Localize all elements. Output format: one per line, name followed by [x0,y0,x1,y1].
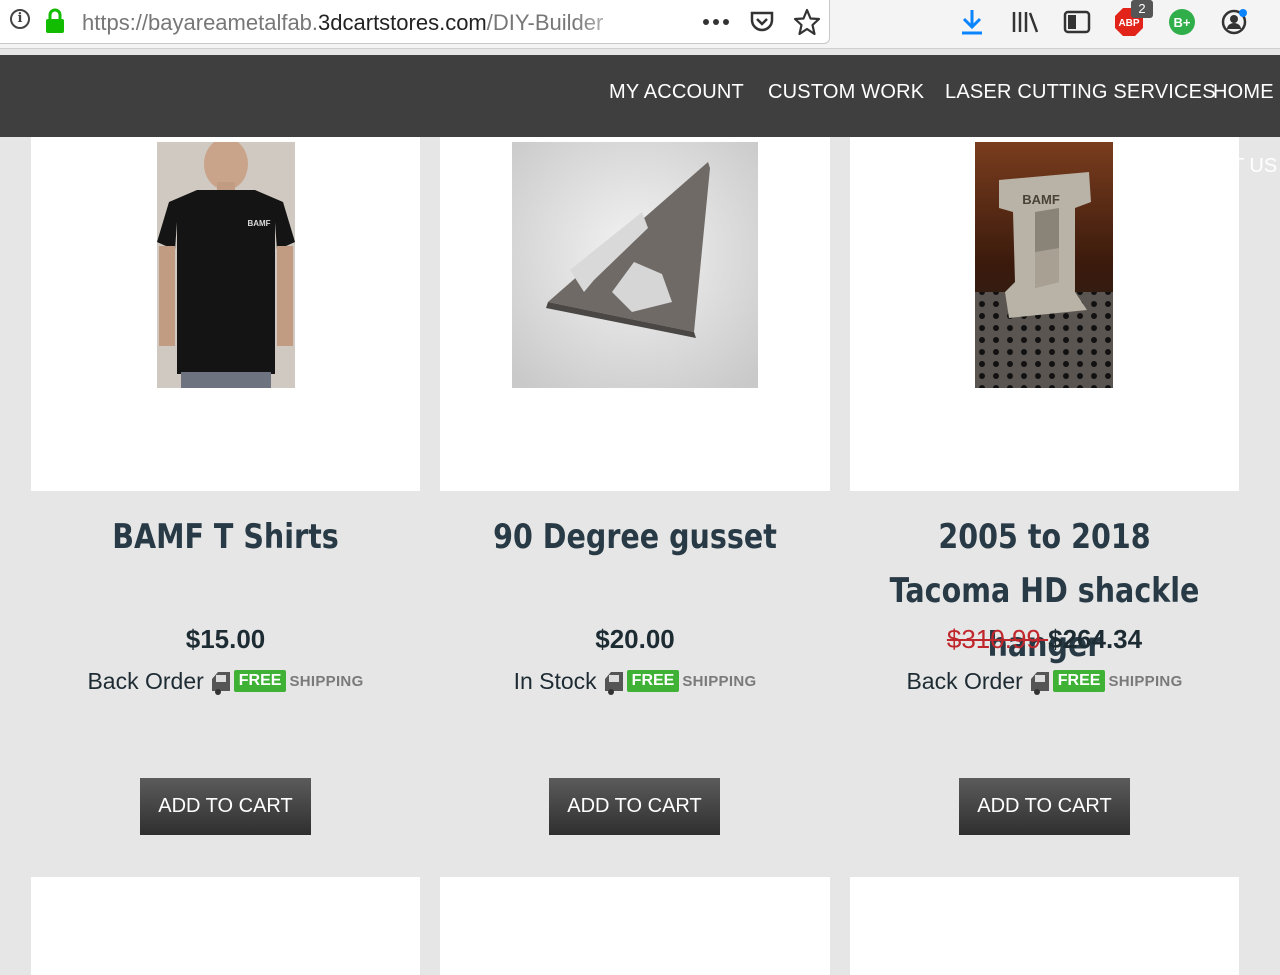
free-label: FREE [233,670,287,692]
free-shipping-badge: FREE SHIPPING [1029,667,1183,695]
info-icon[interactable]: i [10,9,30,29]
library-icon[interactable] [1009,6,1041,38]
product-image-box[interactable] [440,877,830,975]
tshirt-logo-text: BAMF [247,219,270,228]
product-price: $15.00 [31,624,420,655]
browser-toolbar: i https://bayareametalfab.3dcartstores.c… [0,0,1280,49]
add-to-cart-button[interactable]: ADD TO CART [549,778,720,835]
truck-icon [1030,672,1049,695]
lock-icon[interactable] [44,8,66,34]
nav-laser-cutting-services[interactable]: LASER CUTTING SERVICES [945,81,1216,104]
bookmark-star-icon[interactable] [791,6,823,38]
tshirt-photo[interactable]: BAMF [157,142,295,388]
truck-icon [604,672,623,695]
product-price: $20.00 [440,624,830,655]
nav-home[interactable]: HOME [1213,81,1274,104]
url-path: /DIY-Builder [486,10,604,35]
product-image-box[interactable]: BAMF [850,137,1239,491]
gusset-photo[interactable] [512,142,758,388]
product-image-box[interactable] [440,137,830,491]
shipping-label: SHIPPING [289,672,364,690]
current-price: $15.00 [185,624,266,654]
product-title[interactable]: 90 Degree gusset [471,510,799,564]
bplus-label: B+ [1174,15,1191,30]
product-price: $310.99 $264.34 [850,624,1239,655]
stock-status: Back Order FREE SHIPPING [31,667,420,695]
hanger-logo-text: BAMF [1022,192,1060,207]
add-to-cart-button[interactable]: ADD TO CART [140,778,311,835]
addon-badge: 2 [1131,0,1153,18]
stock-label: Back Order [87,667,204,694]
url-host: 3dcartstores.com [318,10,487,35]
sidebar-icon[interactable] [1061,6,1093,38]
shipping-label: SHIPPING [1108,672,1183,690]
free-label: FREE [626,670,680,692]
shackle-hanger-photo[interactable]: BAMF [975,142,1113,388]
nav-custom-work[interactable]: CUSTOM WORK [768,81,924,104]
old-price: $310.99 [946,624,1049,654]
bplus-icon[interactable]: B+ [1166,6,1198,38]
stock-label: In Stock [513,667,597,694]
shipping-label: SHIPPING [682,672,757,690]
add-to-cart-button[interactable]: ADD TO CART [959,778,1130,835]
product-image-box[interactable]: BAMF [31,137,420,491]
nav-my-account[interactable]: MY ACCOUNT [609,81,744,104]
site-navbar: MY ACCOUNT CUSTOM WORK LASER CUTTING SER… [0,55,1280,137]
account-icon[interactable] [1218,6,1250,38]
url-text[interactable]: https://bayareametalfab.3dcartstores.com… [82,9,642,37]
stock-status: In Stock FREE SHIPPING [440,667,830,695]
product-image-box[interactable] [850,877,1239,975]
adblock-label: ABP [1118,18,1139,29]
pocket-icon[interactable] [746,6,778,38]
address-bar[interactable]: i https://bayareametalfab.3dcartstores.c… [0,0,830,44]
stock-label: Back Order [906,667,1023,694]
stock-status: Back Order FREE SHIPPING [850,667,1239,695]
truck-icon [211,672,230,695]
url-prefix: https://bayareametalfab. [82,10,319,35]
free-shipping-badge: FREE SHIPPING [210,667,364,695]
product-title[interactable]: BAMF T Shirts [62,510,389,564]
more-icon[interactable] [700,6,732,38]
current-price: $264.34 [1048,624,1143,654]
download-icon[interactable] [956,6,988,38]
free-label: FREE [1052,670,1106,692]
current-price: $20.00 [595,624,675,654]
product-image-box[interactable] [31,877,420,975]
free-shipping-badge: FREE SHIPPING [603,667,757,695]
